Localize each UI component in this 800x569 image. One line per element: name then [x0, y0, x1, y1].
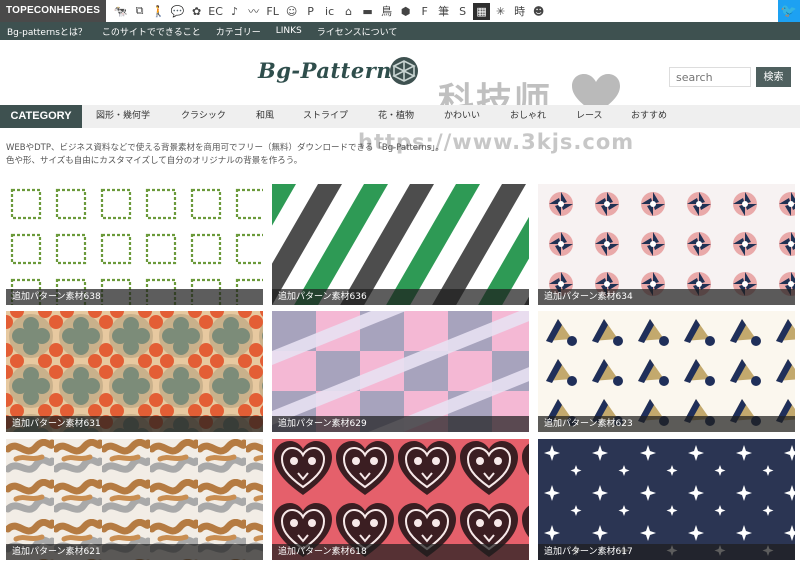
site-logo-text[interactable]: Bg-Patterns: [258, 58, 404, 83]
tile-caption: 追加パターン素材631: [6, 416, 263, 432]
pattern-tile-617[interactable]: 追加パターン素材617: [538, 439, 795, 560]
hexagon-icon[interactable]: ⬢: [397, 3, 414, 20]
category-japanese[interactable]: 和風: [256, 105, 274, 128]
s-icon[interactable]: S: [454, 3, 471, 20]
pattern-tile-623[interactable]: 追加パターン素材623: [538, 311, 795, 432]
intro-text: WEBやDTP、ビジネス資料などで使える背景素材を商用可でフリー（無料）ダウンロ…: [6, 142, 796, 168]
font-f-icon[interactable]: F: [416, 3, 433, 20]
tile-caption: 追加パターン素材618: [272, 544, 529, 560]
flat-icon[interactable]: FL: [264, 3, 281, 20]
tile-caption: 追加パターン素材621: [6, 544, 263, 560]
pattern-631-image: [6, 311, 263, 432]
logo-pattern-icon: [390, 57, 418, 85]
pattern-638-image: [6, 184, 263, 305]
flower-icon[interactable]: ✿: [188, 3, 205, 20]
pattern-tile-621[interactable]: 追加パターン素材621: [6, 439, 263, 560]
ec-icon[interactable]: EC: [207, 3, 224, 20]
tile-caption: 追加パターン素材638: [6, 289, 263, 305]
person-icon[interactable]: 🚶: [150, 3, 167, 20]
nav-links[interactable]: LINKS: [276, 26, 302, 36]
mask-icon[interactable]: ☻: [530, 3, 547, 20]
tile-caption: 追加パターン素材623: [538, 416, 795, 432]
category-recommended[interactable]: おすすめ: [631, 105, 667, 128]
pattern-tile-618[interactable]: 追加パターン素材618: [272, 439, 529, 560]
icon-text-icon[interactable]: ic: [321, 3, 338, 20]
bed-icon[interactable]: ▬: [359, 3, 376, 20]
grid-icon[interactable]: ▦: [473, 2, 491, 20]
p-icon[interactable]: P: [302, 3, 319, 20]
brush-icon[interactable]: 筆: [435, 3, 452, 20]
pattern-634-image: [538, 184, 795, 305]
pattern-618-image: [272, 439, 529, 560]
twitter-icon[interactable]: 🐦: [778, 0, 800, 22]
clock-kanji-icon[interactable]: 時: [511, 3, 528, 20]
pattern-tile-636[interactable]: 追加パターン素材636: [272, 184, 529, 305]
pattern-621-image: [6, 439, 263, 560]
top-bar: TOPECONHEROES 🐄 ⧉ 🚶 💬 ✿ EC ♪ 〰 FL ☺ Pic ⌂ ▬ 鳥 ⬢ F 筆 S ▦ ✳ 時 ☻: [0, 0, 800, 23]
category-flower[interactable]: 花・植物: [378, 105, 414, 128]
pattern-636-image: [272, 184, 529, 305]
intro-line-1: WEBやDTP、ビジネス資料などで使える背景素材を商用可でフリー（無料）ダウンロ…: [6, 143, 444, 153]
pattern-tile-634[interactable]: 追加パターン素材634: [538, 184, 795, 305]
search-button[interactable]: 検索: [756, 67, 791, 87]
nav-features[interactable]: このサイトでできること: [102, 25, 201, 38]
house-icon[interactable]: ⌂: [340, 3, 357, 20]
search-input[interactable]: [669, 67, 751, 87]
nav-about[interactable]: Bg-patternsとは？: [7, 25, 87, 38]
tile-caption: 追加パターン素材634: [538, 289, 795, 305]
category-lace[interactable]: レース: [576, 105, 603, 128]
cow-icon[interactable]: 🐄: [112, 3, 129, 20]
pattern-617-image: [538, 439, 795, 560]
site-icon-row: 🐄 ⧉ 🚶 💬 ✿ EC ♪ 〰 FL ☺ Pic ⌂ ▬ 鳥 ⬢ F 筆 S ▦ ✳ 時 ☻: [112, 2, 549, 20]
topeconheroes-brand-link[interactable]: TOPECONHEROES: [0, 0, 107, 22]
nav-license[interactable]: ライセンスについて: [317, 25, 398, 38]
main-nav: Bg-patternsとは？ このサイトでできること カテゴリー LINKS ラ…: [0, 22, 800, 40]
tile-caption: 追加パターン素材636: [272, 289, 529, 305]
category-stripe[interactable]: ストライプ: [303, 105, 348, 128]
tile-caption: 追加パターン素材617: [538, 544, 795, 560]
pattern-tile-629[interactable]: 追加パターン素材629: [272, 311, 529, 432]
smile-icon[interactable]: ☺: [283, 3, 300, 20]
category-stylish[interactable]: おしゃれ: [510, 105, 546, 128]
category-classic[interactable]: クラシック: [181, 105, 226, 128]
intro-line-2: 色や形、サイズも自由にカスタマイズして自分のオリジナルの背景を作ろう。: [6, 156, 303, 166]
line-icon[interactable]: 〰: [245, 3, 262, 20]
pattern-623-image: [538, 311, 795, 432]
pattern-icon[interactable]: ✳: [492, 3, 509, 20]
category-geometric[interactable]: 図形・幾何学: [96, 105, 150, 128]
category-label: CATEGORY: [0, 105, 82, 128]
nav-categories[interactable]: カテゴリー: [216, 25, 261, 38]
music-note-icon[interactable]: ♪: [226, 3, 243, 20]
category-cute[interactable]: かわいい: [444, 105, 480, 128]
tile-caption: 追加パターン素材629: [272, 416, 529, 432]
pattern-629-image: [272, 311, 529, 432]
cat-icon[interactable]: 鳥: [378, 3, 395, 20]
copy-icon[interactable]: ⧉: [131, 3, 148, 20]
pattern-tile-631[interactable]: 追加パターン素材631: [6, 311, 263, 432]
pattern-tile-638[interactable]: 追加パターン素材638: [6, 184, 263, 305]
chat-icon[interactable]: 💬: [169, 3, 186, 20]
